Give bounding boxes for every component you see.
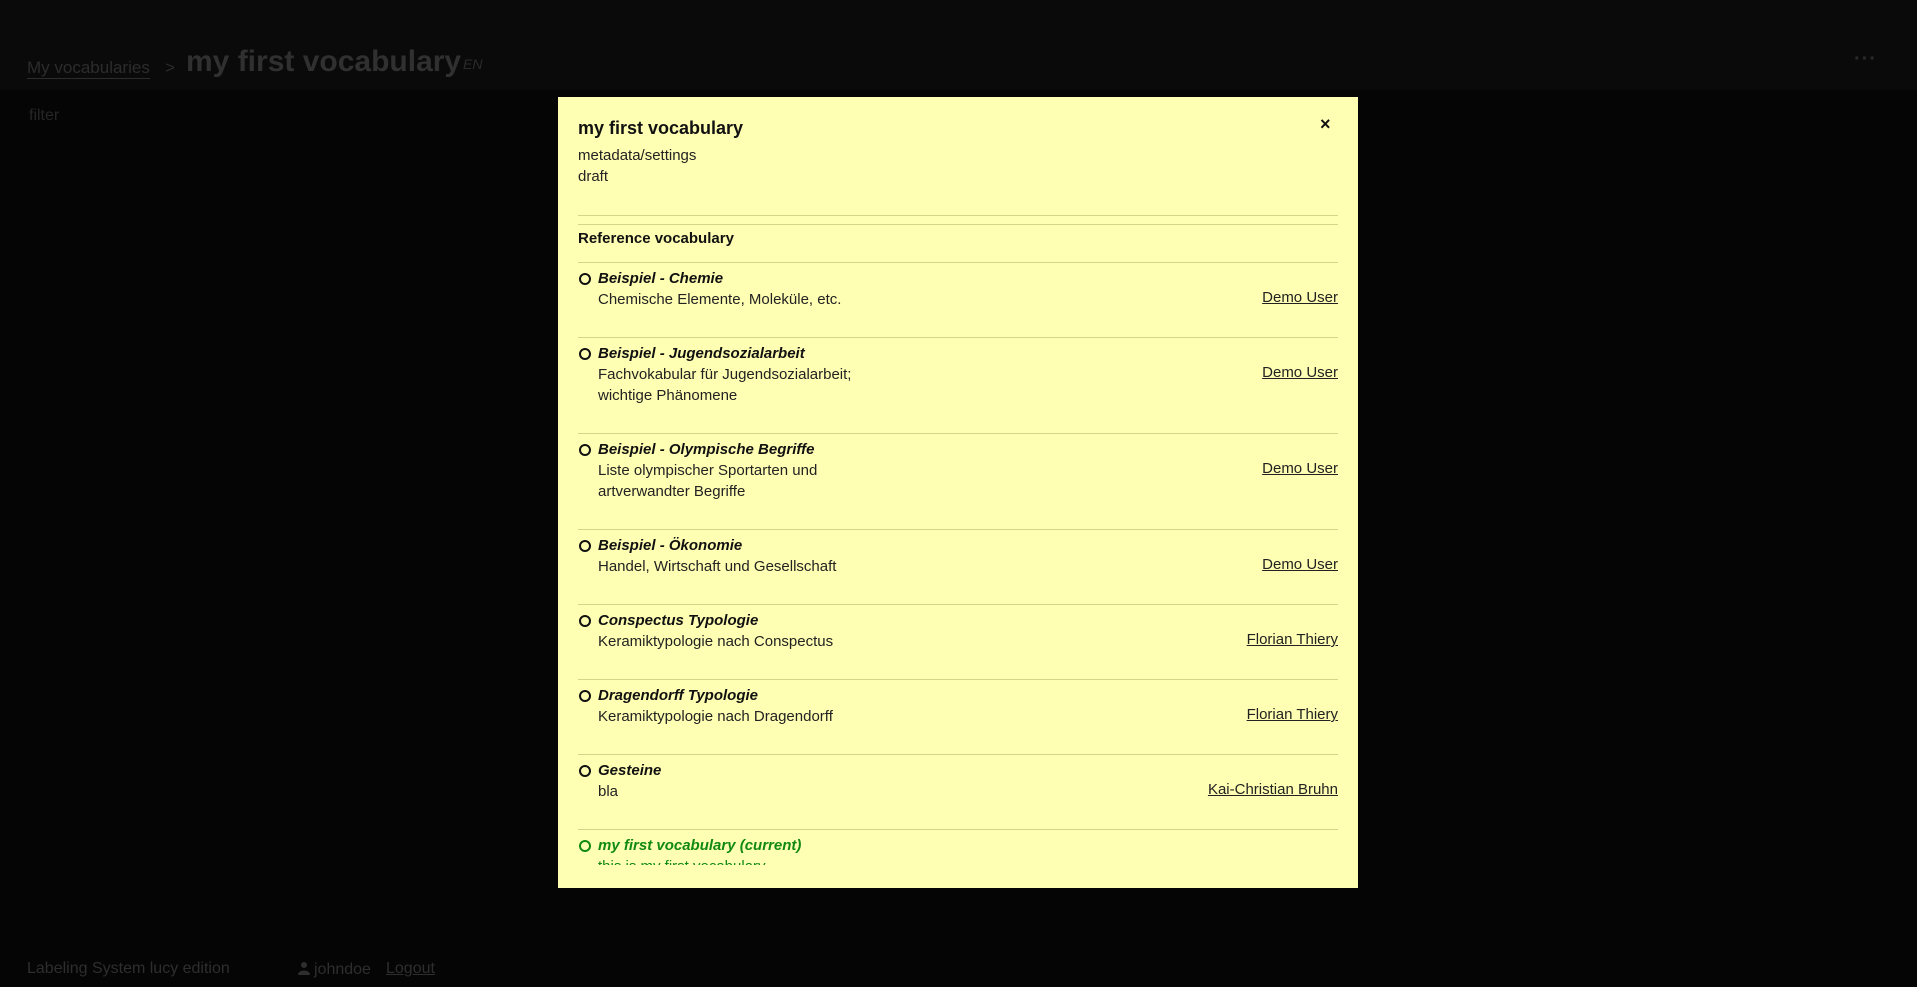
vocabulary-title: Dragendorff Typologie (598, 687, 759, 704)
vocabulary-item[interactable]: Beispiel - Jugendsozialarbeit Fachvokabu… (578, 337, 1338, 433)
vocabulary-title: my first vocabulary (current) (598, 837, 802, 854)
vocabulary-item-current[interactable]: my first vocabulary (current) this is my… (578, 829, 1338, 865)
language-badge: EN (463, 56, 483, 72)
vocabulary-title: Conspectus Typologie (598, 612, 759, 629)
vocabulary-description-line2: wichtige Phänomene (598, 387, 738, 404)
vocabulary-description: Keramiktypologie nach Dragendorff (598, 708, 833, 725)
owner-link[interactable]: Demo User (1262, 289, 1338, 306)
vocabulary-title: Beispiel - Ökonomie (598, 537, 743, 554)
owner-link[interactable]: Florian Thiery (1247, 631, 1338, 648)
username: johndoe (314, 961, 371, 978)
vocabulary-modal: my first vocabulary × metadata/settings … (558, 97, 1358, 888)
modal-subtitle-metadata: metadata/settings (578, 147, 697, 164)
page-title: my first vocabulary (186, 45, 462, 78)
vocabulary-title: Beispiel - Olympische Begriffe (598, 441, 815, 458)
radio-button[interactable] (579, 615, 591, 627)
vocabulary-description: Fachvokabular für Jugendsozialarbeit; (598, 366, 852, 383)
footer-user: johndoe (298, 960, 371, 979)
vocabulary-item[interactable]: Gesteine bla Kai-Christian Bruhn (578, 754, 1338, 829)
radio-button[interactable] (579, 540, 591, 552)
vocabulary-description: Liste olympischer Sportarten und (598, 462, 818, 479)
vocabulary-description: Keramiktypologie nach Conspectus (598, 633, 834, 650)
radio-button[interactable] (579, 273, 591, 285)
divider (578, 215, 1338, 216)
vocabulary-item[interactable]: Beispiel - Olympische Begriffe Liste oly… (578, 433, 1338, 529)
vocabulary-item[interactable]: Dragendorff Typologie Keramiktypologie n… (578, 679, 1338, 754)
owner-link[interactable]: Demo User (1262, 556, 1338, 573)
owner-link[interactable]: Florian Thiery (1247, 706, 1338, 723)
vocabulary-title: Beispiel - Chemie (598, 270, 724, 287)
breadcrumb-my-vocabularies[interactable]: My vocabularies (27, 58, 150, 79)
user-icon (298, 961, 310, 975)
logout-link[interactable]: Logout (386, 960, 435, 978)
footer-app-name: Labeling System lucy edition (27, 960, 230, 977)
radio-button[interactable] (579, 690, 591, 702)
radio-button[interactable] (579, 765, 591, 777)
breadcrumb-separator: > (165, 58, 175, 77)
radio-button[interactable] (579, 444, 591, 456)
owner-link[interactable]: Demo User (1262, 364, 1338, 381)
filter-input[interactable] (27, 104, 331, 128)
vocabulary-item[interactable]: Beispiel - Ökonomie Handel, Wirtschaft u… (578, 529, 1338, 604)
vocabulary-title: Beispiel - Jugendsozialarbeit (598, 345, 805, 362)
section-heading: Reference vocabulary (578, 230, 734, 247)
vocabulary-item[interactable]: Beispiel - Chemie Chemische Elemente, Mo… (578, 262, 1338, 337)
more-menu-icon[interactable]: ··· (1854, 48, 1877, 71)
radio-button[interactable] (579, 348, 591, 360)
vocabulary-description: bla (598, 783, 619, 800)
vocabulary-description-line2: artverwandter Begriffe (598, 483, 746, 500)
owner-link[interactable]: Demo User (1262, 460, 1338, 477)
vocabulary-description: this is my first vocabulary (598, 856, 998, 865)
modal-subtitle-status: draft (578, 168, 609, 185)
close-icon[interactable]: × (1320, 114, 1331, 135)
vocabulary-description: Handel, Wirtschaft und Gesellschaft (598, 558, 837, 575)
owner-link[interactable]: Kai-Christian Bruhn (1208, 781, 1338, 798)
vocabulary-title: Gesteine (598, 762, 662, 779)
radio-button[interactable] (579, 840, 591, 852)
vocabulary-item[interactable]: Conspectus Typologie Keramiktypologie na… (578, 604, 1338, 679)
vocabulary-description: Chemische Elemente, Moleküle, etc. (598, 291, 842, 308)
reference-vocabulary-list: Beispiel - Chemie Chemische Elemente, Mo… (578, 262, 1338, 865)
divider (578, 224, 1338, 225)
modal-title: my first vocabulary (578, 118, 744, 138)
